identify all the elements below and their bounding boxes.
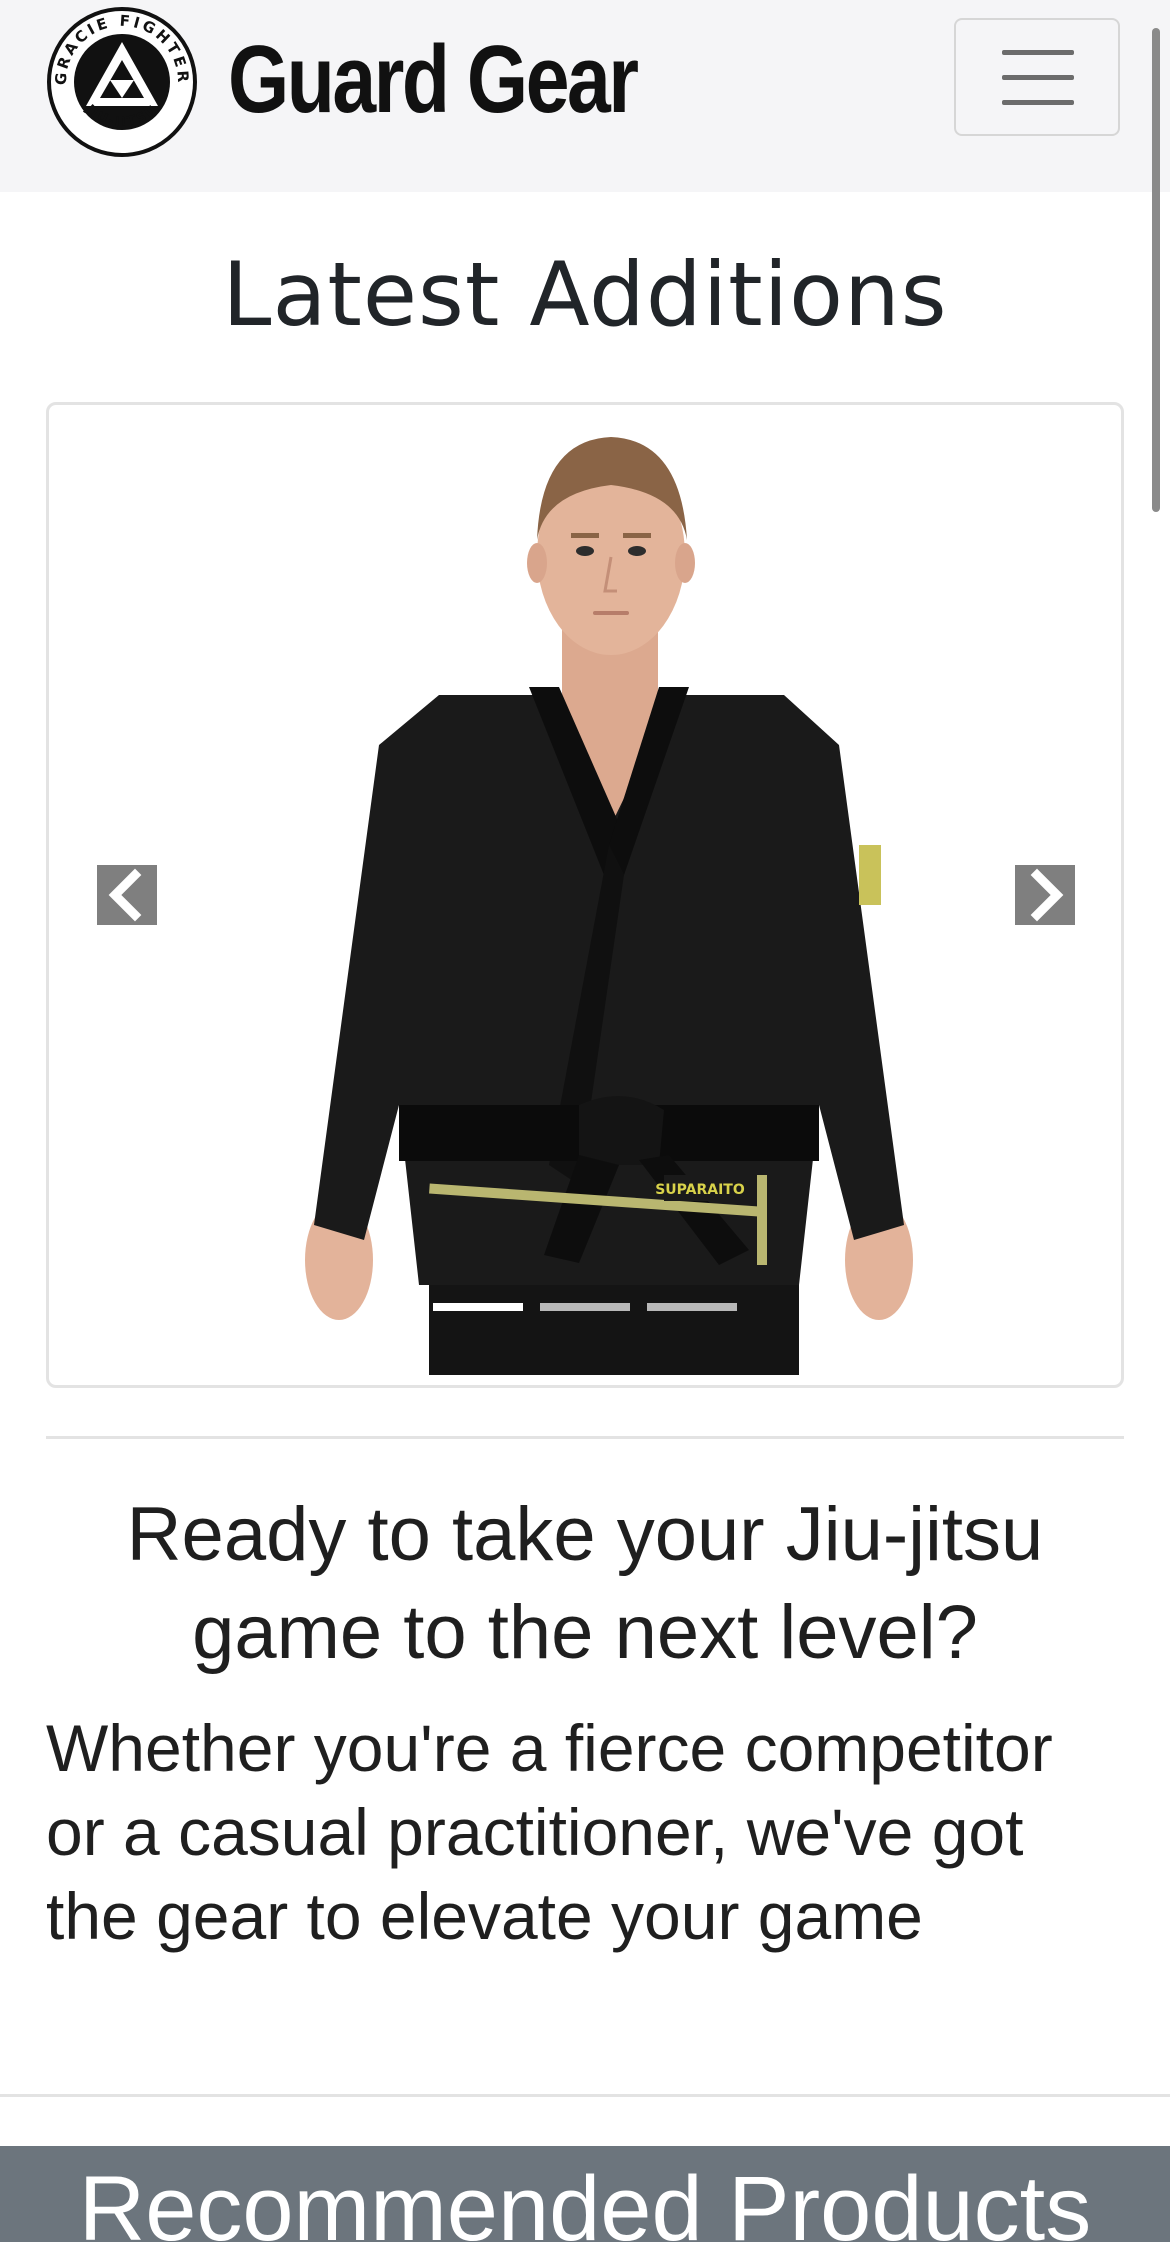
- navbar-toggler-button[interactable]: [954, 18, 1120, 136]
- carousel-indicator-2[interactable]: [540, 1303, 630, 1311]
- carousel-next-button[interactable]: [1015, 865, 1075, 925]
- gi-patch-text: SUPARAITO: [655, 1182, 745, 1198]
- chevron-left-icon: [108, 868, 142, 922]
- hamburger-menu-icon: [1002, 50, 1074, 106]
- latest-additions-heading: Latest Additions: [222, 243, 948, 346]
- carousel-slide-image[interactable]: SUPARAITO: [279, 405, 939, 1375]
- product-carousel[interactable]: SUPARAITO: [46, 402, 1124, 1388]
- brand-name[interactable]: Guard Gear: [228, 20, 639, 140]
- section-divider: [46, 1436, 1124, 1439]
- cta-heading: Ready to take your Jiu-jitsu game to the…: [126, 1492, 1044, 1675]
- carousel-prev-button[interactable]: [97, 865, 157, 925]
- navbar: GRACIE FIGHTER JIU-JITSU Guard Gear: [0, 0, 1170, 192]
- carousel-indicator-3[interactable]: [647, 1303, 737, 1311]
- recommended-products-heading: Recommended Products: [78, 2158, 1092, 2242]
- brand-logo[interactable]: GRACIE FIGHTER JIU-JITSU: [46, 6, 198, 158]
- cta-text: Whether you're a fierce competitor or a …: [46, 1711, 1053, 1953]
- section-divider: [0, 2094, 1170, 2097]
- carousel-indicator-1[interactable]: [433, 1303, 523, 1311]
- chevron-right-icon: [1030, 868, 1064, 922]
- carousel-indicators: [49, 1303, 1121, 1313]
- recommended-products-section: Recommended Products: [0, 2146, 1170, 2242]
